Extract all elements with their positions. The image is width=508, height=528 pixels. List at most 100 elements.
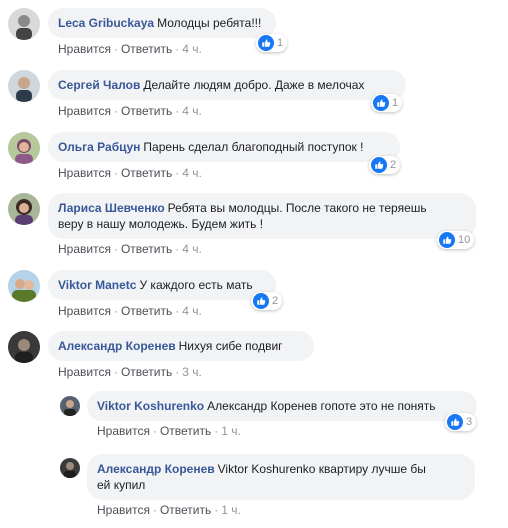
comment-time[interactable]: 1 ч.: [221, 503, 241, 517]
thumbs-up-icon: [439, 232, 455, 248]
thumbs-up-icon: [373, 95, 389, 111]
comment-text: У каждого есть мать: [139, 278, 253, 292]
avatar[interactable]: [8, 8, 40, 40]
like-link[interactable]: Нравится: [97, 503, 150, 517]
reply-link[interactable]: Ответить: [121, 104, 172, 118]
separator: ·: [152, 503, 157, 517]
avatar[interactable]: [8, 270, 40, 302]
separator: ·: [113, 104, 118, 118]
comment-line: Лариса Шевченко Ребята вы молодцы. После …: [58, 200, 465, 216]
comment-bubble: Александр Коренев Viktor Koshurenko кварт…: [87, 454, 475, 500]
separator: ·: [175, 365, 180, 379]
separator: ·: [175, 304, 180, 318]
comment-author[interactable]: Ольга Рабцун: [58, 140, 140, 154]
reaction-number: 10: [458, 234, 471, 246]
comment-actions: Нравится · Ответить · 3 ч.: [58, 365, 202, 379]
comment-author[interactable]: Viktor Koshurenko: [97, 399, 204, 413]
separator: ·: [175, 42, 180, 56]
like-link[interactable]: Нравится: [58, 242, 111, 256]
reaction-count[interactable]: 2: [251, 292, 283, 310]
avatar[interactable]: [8, 70, 40, 102]
reaction-number: 1: [277, 37, 284, 49]
separator: ·: [175, 242, 180, 256]
comment-bubble: Ольга Рабцун Парень сделал благоподный по…: [48, 132, 400, 162]
comment-bubble: Сергей Чалов Делайте людям добро. Даже в …: [48, 70, 406, 100]
comment-text: Молодцы ребята!!!: [157, 16, 262, 30]
comment-line: Александр Коренев Viktor Koshurenko кварт…: [97, 461, 464, 477]
comment-actions: Нравится · Ответить · 4 ч.: [58, 166, 202, 180]
reply-link[interactable]: Ответить: [121, 242, 172, 256]
comment-text: Нихуя сибе подвиг: [178, 339, 283, 353]
comment-bubble: Leca Gribuckaya Молодцы ребята!!!: [48, 8, 276, 38]
separator: ·: [214, 503, 219, 517]
avatar[interactable]: [60, 396, 80, 416]
separator: ·: [113, 242, 118, 256]
comment-author[interactable]: Александр Коренев: [58, 339, 176, 353]
separator: ·: [113, 365, 118, 379]
comment-text: Парень сделал благоподный поступок !: [143, 140, 364, 154]
comment-bubble: Viktor Manetc У каждого есть мать: [48, 270, 276, 300]
separator: ·: [175, 104, 180, 118]
comment-author[interactable]: Александр Коренев: [97, 462, 215, 476]
thumbs-up-icon: [371, 157, 387, 173]
comment-text-continued: ей купил: [97, 478, 146, 492]
like-link[interactable]: Нравится: [97, 424, 150, 438]
reply-link[interactable]: Ответить: [121, 42, 172, 56]
comment-text: Viktor Koshurenko квартиру лучше бы: [217, 462, 426, 476]
comment-time[interactable]: 3 ч.: [182, 365, 202, 379]
like-link[interactable]: Нравится: [58, 42, 111, 56]
comment-time[interactable]: 1 ч.: [221, 424, 241, 438]
reaction-count[interactable]: 1: [371, 94, 403, 112]
comment-time[interactable]: 4 ч.: [182, 104, 202, 118]
comment-time[interactable]: 4 ч.: [182, 42, 202, 56]
comment-time[interactable]: 4 ч.: [182, 242, 202, 256]
reply-link[interactable]: Ответить: [160, 503, 211, 517]
reply-link[interactable]: Ответить: [121, 166, 172, 180]
separator: ·: [175, 166, 180, 180]
avatar[interactable]: [60, 458, 80, 478]
comment-author[interactable]: Лариса Шевченко: [58, 201, 165, 215]
reaction-count[interactable]: 1: [256, 34, 288, 52]
comment-time[interactable]: 4 ч.: [182, 304, 202, 318]
comment-bubble: Viktor Koshurenko Александр Коренев гопот…: [87, 391, 477, 421]
comment-actions: Нравится · Ответить · 4 ч.: [58, 304, 202, 318]
comment-bubble: Лариса Шевченко Ребята вы молодцы. После …: [48, 193, 476, 239]
avatar[interactable]: [8, 132, 40, 164]
reply-link[interactable]: Ответить: [121, 365, 172, 379]
comment-author[interactable]: Leca Gribuckaya: [58, 16, 154, 30]
comment-time[interactable]: 4 ч.: [182, 166, 202, 180]
comment-bubble: Александр Коренев Нихуя сибе подвиг: [48, 331, 314, 361]
comment-actions: Нравится · Ответить · 4 ч.: [58, 104, 202, 118]
like-link[interactable]: Нравится: [58, 166, 111, 180]
separator: ·: [152, 424, 157, 438]
comment-actions: Нравится · Ответить · 1 ч.: [97, 424, 241, 438]
like-link[interactable]: Нравится: [58, 304, 111, 318]
like-link[interactable]: Нравится: [58, 365, 111, 379]
reply-link[interactable]: Ответить: [121, 304, 172, 318]
thumbs-up-icon: [447, 414, 463, 430]
comment-text: Делайте людям добро. Даже в мелочах: [143, 78, 365, 92]
thumbs-up-icon: [253, 293, 269, 309]
comment-text: Александр Коренев гопоте это не понять: [207, 399, 436, 413]
separator: ·: [214, 424, 219, 438]
reaction-number: 1: [392, 97, 399, 109]
reply-link[interactable]: Ответить: [160, 424, 211, 438]
comment-text: Ребята вы молодцы. После такого не теряе…: [167, 201, 427, 215]
comment-actions: Нравится · Ответить · 4 ч.: [58, 42, 202, 56]
reaction-number: 3: [466, 416, 473, 428]
thumbs-up-icon: [258, 35, 274, 51]
reaction-count[interactable]: 3: [445, 413, 477, 431]
comment-author[interactable]: Viktor Manetc: [58, 278, 136, 292]
comment-text-continued: веру в нашу молодежь. Будем жить !: [58, 217, 264, 231]
avatar[interactable]: [8, 331, 40, 363]
comment-author[interactable]: Сергей Чалов: [58, 78, 140, 92]
reaction-number: 2: [390, 159, 397, 171]
reaction-count[interactable]: 10: [437, 231, 475, 249]
separator: ·: [113, 42, 118, 56]
separator: ·: [113, 304, 118, 318]
reaction-count[interactable]: 2: [369, 156, 401, 174]
comment-actions: Нравится · Ответить · 4 ч.: [58, 242, 202, 256]
avatar[interactable]: [8, 193, 40, 225]
like-link[interactable]: Нравится: [58, 104, 111, 118]
comment-actions: Нравится · Ответить · 1 ч.: [97, 503, 241, 517]
